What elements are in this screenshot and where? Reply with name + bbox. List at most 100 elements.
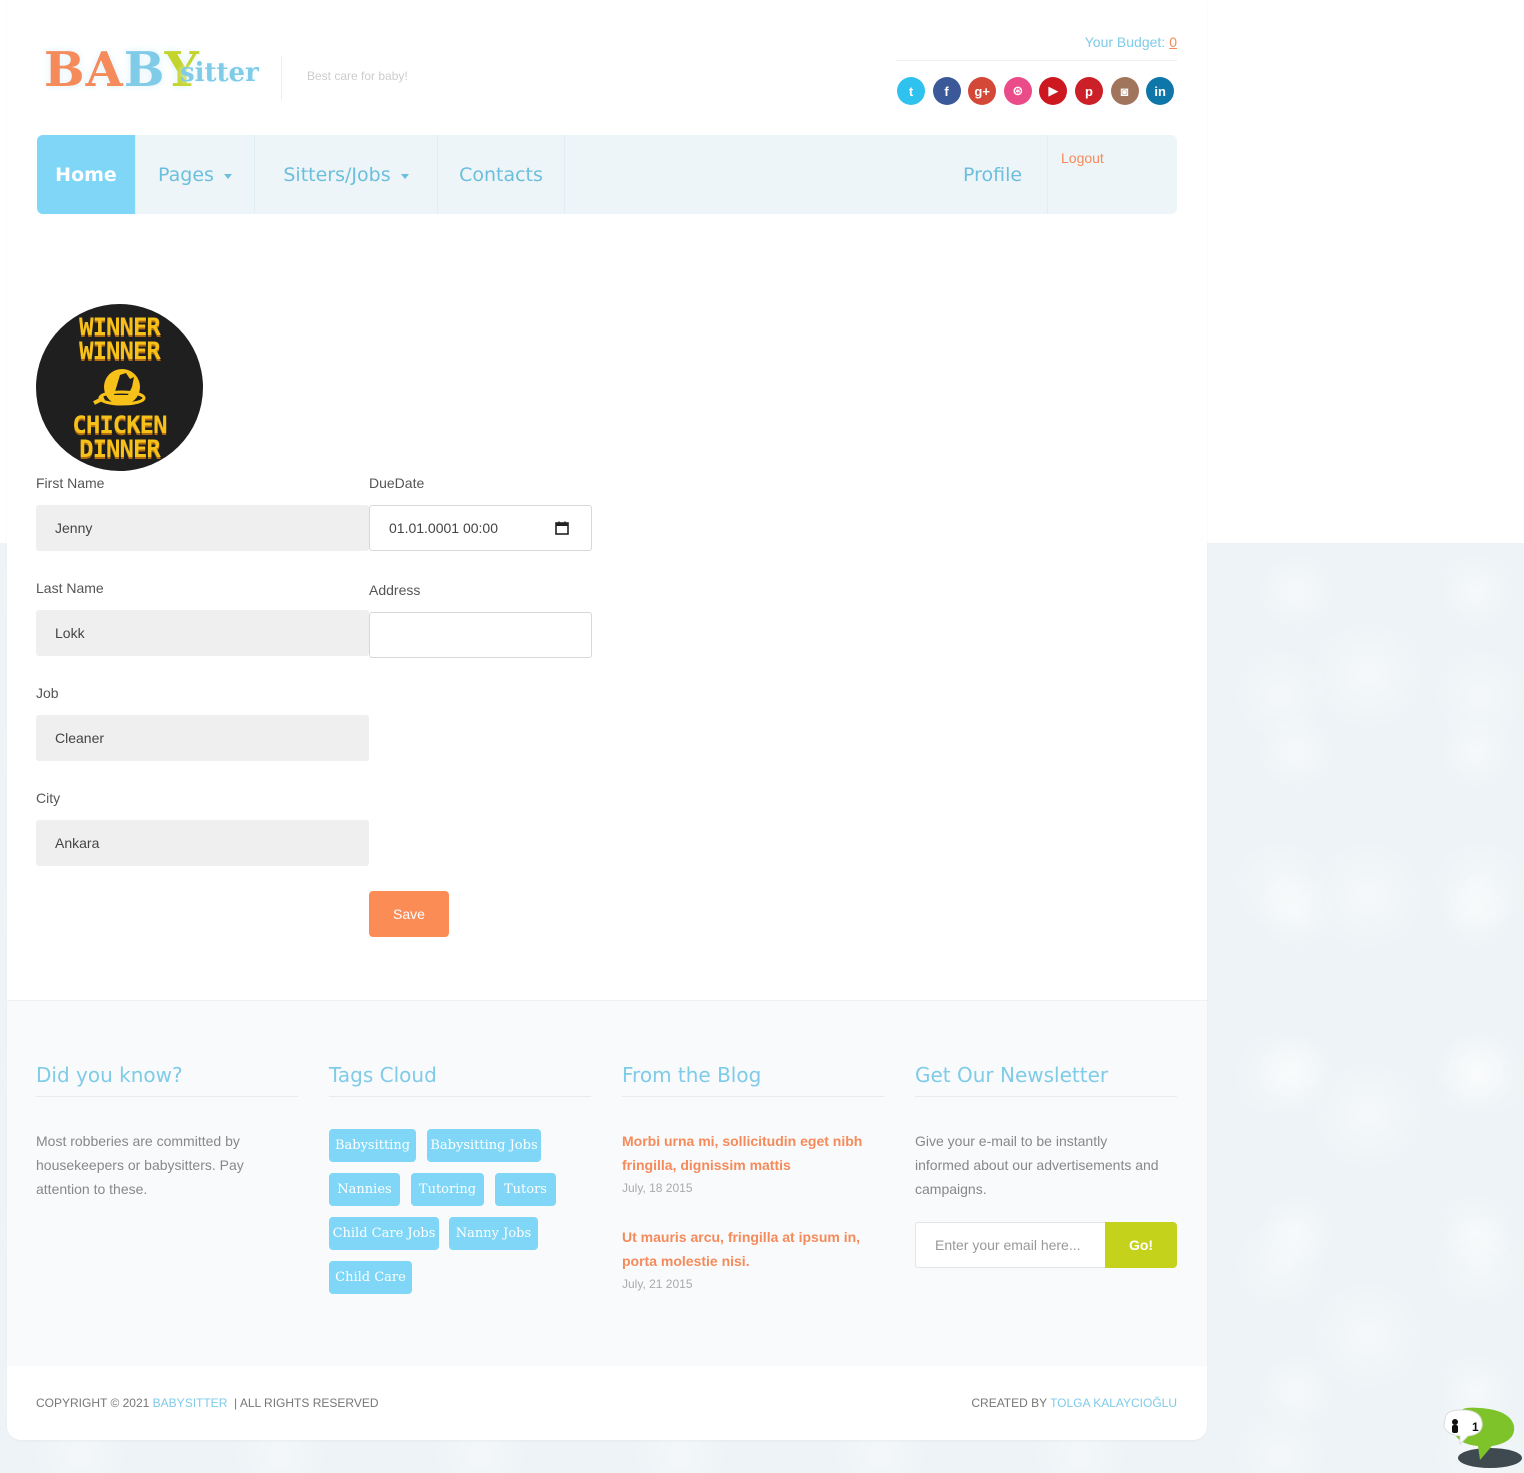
nav-logout[interactable]: Logout <box>1061 150 1104 166</box>
logo-letter: A <box>85 42 124 98</box>
newsletter-line: Give your e-mail to be instantly <box>915 1133 1108 1149</box>
dribbble-icon[interactable]: ⊛ <box>1003 77 1032 105</box>
newsletter-line: informed about our advertisements and <box>915 1157 1159 1173</box>
nav-sitters-jobs-label: Sitters/Jobs <box>283 163 391 186</box>
main-navbar: Home Pages Sitters/Jobs Contacts Profile… <box>37 135 1177 214</box>
budget-label: Your Budget: <box>1084 34 1166 50</box>
created-by-link[interactable]: TOLGA KALAYCIOĞLU <box>1050 1396 1177 1410</box>
linkedin-icon[interactable]: in <box>1146 77 1175 105</box>
due-date-field[interactable]: 01.01.0001 00:00 <box>369 505 592 551</box>
chat-widget[interactable]: 1 <box>1440 1404 1524 1470</box>
first-name-label: First Name <box>36 475 105 491</box>
chicken-pan-icon <box>90 365 150 411</box>
newsletter-line: campaigns. <box>915 1181 987 1197</box>
footer-did-you-know-title: Did you know? <box>36 1063 183 1087</box>
city-label: City <box>36 790 61 806</box>
did-you-know-line: housekeepers or babysitters. Pay <box>36 1157 244 1173</box>
footer-divider <box>622 1096 884 1097</box>
budget-divider <box>896 60 1177 61</box>
nav-pages-label: Pages <box>158 163 214 186</box>
tag-child-care[interactable]: Child Care <box>329 1261 412 1294</box>
chat-count: 1 <box>1472 1420 1479 1434</box>
nav-contacts[interactable]: Contacts <box>438 135 565 214</box>
nav-contacts-label: Contacts <box>459 163 543 186</box>
social-links: t f g+ ⊛ ▶ p ◙ in <box>897 77 1175 105</box>
blog-post-link[interactable]: Ut mauris arcu, fringilla at ipsum in, p… <box>622 1225 860 1273</box>
footer-blog-title: From the Blog <box>622 1063 762 1087</box>
logo-letter: B <box>44 42 86 98</box>
city-field[interactable]: Ankara <box>36 820 369 866</box>
budget-value-link[interactable]: 0 <box>1169 34 1177 50</box>
nav-pages[interactable]: Pages <box>136 135 255 214</box>
did-you-know-line: attention to these. <box>36 1181 148 1197</box>
blog-post-date: July, 21 2015 <box>622 1277 693 1291</box>
address-label: Address <box>369 582 421 598</box>
tag-child-care-jobs[interactable]: Child Care Jobs <box>329 1217 439 1250</box>
newsletter-go-button[interactable]: Go! <box>1105 1222 1177 1268</box>
profile-avatar[interactable]: WINNER WINNER CHICKEN DINNER <box>36 304 203 471</box>
footer-newsletter-title: Get Our Newsletter <box>915 1063 1109 1087</box>
copyright-suffix: | ALL RIGHTS RESERVED <box>234 1396 379 1410</box>
nav-profile[interactable]: Profile <box>937 135 1048 214</box>
job-field[interactable]: Cleaner <box>36 715 369 761</box>
nav-sitters-jobs[interactable]: Sitters/Jobs <box>255 135 438 214</box>
tag-babysitting-jobs[interactable]: Babysitting Jobs <box>427 1129 541 1162</box>
did-you-know-text: Most robberies are committed by housekee… <box>36 1129 244 1201</box>
site-tagline: Best care for baby! <box>307 69 408 83</box>
nav-home-label: Home <box>55 163 117 186</box>
created-by-prefix: CREATED BY <box>971 1396 1047 1410</box>
footer-divider <box>915 1096 1177 1097</box>
logo-subword: sitter <box>180 58 259 88</box>
avatar-text: WINNER <box>79 336 161 365</box>
blog-post-title-line: Ut mauris arcu, fringilla at ipsum in, <box>622 1229 861 1245</box>
footer-divider <box>36 1096 298 1097</box>
tag-nanny-jobs[interactable]: Nanny Jobs <box>449 1217 538 1250</box>
blog-post-date: July, 18 2015 <box>622 1181 693 1195</box>
blog-post-link[interactable]: Morbi urna mi, sollicitudin eget nibh fr… <box>622 1129 862 1177</box>
tag-nannies[interactable]: Nannies <box>329 1173 400 1206</box>
youtube-icon[interactable]: ▶ <box>1039 77 1068 105</box>
last-name-field[interactable]: Lokk <box>36 610 369 656</box>
job-label: Job <box>36 685 59 701</box>
caret-down-icon <box>400 173 409 179</box>
nav-home[interactable]: Home <box>37 135 136 214</box>
blog-post-title-line: Morbi urna mi, sollicitudin eget nibh <box>622 1133 863 1149</box>
footer-divider <box>329 1096 591 1097</box>
copyright-prefix: COPYRIGHT © 2021 <box>36 1396 150 1410</box>
twitter-icon[interactable]: t <box>897 77 925 105</box>
footer-tags-title: Tags Cloud <box>329 1063 437 1087</box>
copyright-brand-link[interactable]: BABYSITTER <box>153 1396 228 1410</box>
nav-profile-label: Profile <box>962 163 1023 186</box>
save-button[interactable]: Save <box>369 891 449 937</box>
newsletter-text: Give your e-mail to be instantly informe… <box>915 1129 1159 1201</box>
logo-wordmark: BABY <box>44 42 200 98</box>
avatar-text: CHICKEN <box>72 410 167 439</box>
tag-tutors[interactable]: Tutors <box>495 1173 556 1206</box>
blog-post-title-line: fringilla, dignissim mattis <box>622 1157 791 1173</box>
blog-post-title-line: porta molestie nisi. <box>622 1253 750 1269</box>
due-date-value: 01.01.0001 00:00 <box>389 520 498 536</box>
page-container: BABY sitter Best care for baby! Your Bud… <box>7 0 1207 1440</box>
did-you-know-line: Most robberies are committed by <box>36 1133 240 1149</box>
facebook-icon[interactable]: f <box>932 77 961 105</box>
due-date-label: DueDate <box>369 475 425 491</box>
avatar-text: WINNER <box>79 312 161 341</box>
google-plus-icon[interactable]: g+ <box>968 77 997 105</box>
site-logo[interactable]: BABY sitter <box>40 36 260 106</box>
address-field[interactable] <box>369 612 592 658</box>
budget-display: Your Budget: 0 <box>1085 34 1177 50</box>
avatar-text: DINNER <box>79 434 161 463</box>
tag-tutoring[interactable]: Tutoring <box>411 1173 484 1206</box>
last-name-label: Last Name <box>36 580 104 596</box>
logo-letter: B <box>123 42 165 98</box>
newsletter-email-input[interactable]: Enter your email here... <box>915 1222 1105 1268</box>
pinterest-icon[interactable]: p <box>1074 77 1103 105</box>
instagram-icon[interactable]: ◙ <box>1110 77 1139 105</box>
tag-babysitting[interactable]: Babysitting <box>329 1129 416 1162</box>
created-by-text: CREATED BY TOLGA KALAYCIOĞLU <box>971 1396 1177 1410</box>
calendar-icon[interactable] <box>555 521 569 535</box>
copyright-text: COPYRIGHT © 2021 BABYSITTER | ALL RIGHTS… <box>36 1396 379 1410</box>
header-divider <box>281 56 282 100</box>
caret-down-icon <box>223 173 232 179</box>
first-name-field[interactable]: Jenny <box>36 505 369 551</box>
